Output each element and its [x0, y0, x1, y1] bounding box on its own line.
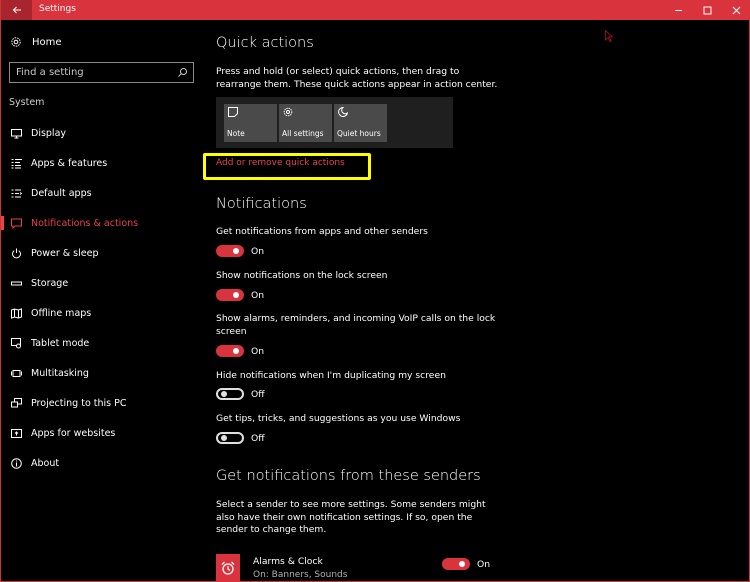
sidebar-item-offline-maps[interactable]: Offline maps	[1, 298, 201, 328]
sidebar-item-storage[interactable]: Storage	[1, 268, 201, 298]
sidebar-item-label: Apps & features	[31, 157, 108, 169]
sidebar-item-apps-for-websites[interactable]: Apps for websites	[1, 418, 201, 448]
sidebar-item-notifications-actions[interactable]: Notifications & actions	[1, 208, 201, 238]
sidebar-item-label: Default apps	[31, 187, 92, 199]
toggle-switch[interactable]	[216, 289, 244, 301]
gear-icon	[11, 37, 21, 47]
tile-label: Note	[227, 129, 245, 138]
sender-icon-box	[216, 554, 240, 582]
sidebar-item-default-apps[interactable]: Default apps	[1, 178, 201, 208]
toggle-tips-tricks[interactable]: Off	[216, 432, 265, 444]
settings-window: Settings Home System	[0, 0, 750, 582]
power-icon	[12, 248, 21, 258]
sidebar-item-label: Offline maps	[31, 307, 92, 319]
sidebar-nav: Display Apps & features Default apps Not…	[1, 118, 201, 478]
sender-item-alarms-clock[interactable]: Alarms & Clock On: Banners, Sounds On	[216, 554, 496, 582]
storage-icon	[11, 281, 22, 285]
toggle-switch[interactable]	[216, 345, 244, 357]
search-icon[interactable]	[177, 67, 188, 78]
maximize-icon	[703, 6, 711, 14]
sidebar-item-about[interactable]: About	[1, 448, 201, 478]
toggle-alarms-lock-screen[interactable]: On	[216, 345, 264, 357]
notifications-heading: Notifications	[216, 196, 307, 212]
search-box[interactable]	[9, 62, 194, 83]
sidebar-item-multitasking[interactable]: Multitasking	[1, 358, 201, 388]
note-icon	[228, 107, 238, 117]
gear-icon	[283, 107, 293, 117]
sidebar-item-label: About	[31, 457, 60, 469]
close-button[interactable]	[719, 0, 750, 20]
toggle-switch[interactable]	[216, 388, 244, 400]
toggle-state: On	[477, 558, 491, 570]
minimize-icon	[674, 9, 682, 11]
setting-label: Get notifications from apps and other se…	[216, 226, 428, 237]
default-apps-icon	[11, 189, 22, 197]
toggle-switch[interactable]	[216, 432, 244, 444]
sender-name: Alarms & Clock	[253, 556, 323, 567]
sidebar-item-label: Apps for websites	[31, 427, 116, 439]
sidebar-item-apps-features[interactable]: Apps & features	[1, 148, 201, 178]
arrow-left-icon	[12, 6, 21, 14]
title-bar: Settings	[1, 0, 750, 20]
senders-description: Select a sender to see more settings. So…	[216, 499, 486, 535]
setting-label: Get tips, tricks, and suggestions as you…	[216, 413, 461, 424]
tile-label: All settings	[282, 129, 324, 138]
sidebar-item-display[interactable]: Display	[1, 118, 201, 148]
toggle-state: On	[251, 289, 265, 301]
setting-label: Hide notifications when I'm duplicating …	[216, 370, 446, 381]
toggle-switch[interactable]	[216, 245, 244, 257]
section-label-system: System	[9, 97, 45, 108]
sidebar-item-label: Projecting to this PC	[31, 397, 127, 409]
toggle-state: Off	[251, 388, 265, 400]
list-icon	[11, 158, 22, 168]
toggle-get-notifications[interactable]: On	[216, 245, 264, 257]
quick-actions-panel: Note All settings Quiet hours	[216, 97, 453, 148]
setting-label: Show alarms, reminders, and incoming VoI…	[216, 313, 496, 337]
back-button[interactable]	[1, 0, 32, 20]
web-apps-icon	[11, 428, 22, 438]
multitasking-icon	[11, 369, 22, 377]
toggle-state: Off	[251, 432, 265, 444]
mouse-cursor-icon	[605, 30, 613, 42]
quick-action-tile-quiet-hours[interactable]: Quiet hours	[334, 104, 387, 142]
setting-label: Show notifications on the lock screen	[216, 270, 388, 281]
sidebar-item-tablet-mode[interactable]: Tablet mode	[1, 328, 201, 358]
sidebar: Home System Display Apps & features Defa…	[1, 20, 201, 582]
sidebar-item-label: Power & sleep	[31, 247, 99, 259]
tile-label: Quiet hours	[337, 129, 381, 138]
toggle-hide-duplicating[interactable]: Off	[216, 388, 265, 400]
quick-actions-description: Press and hold (or select) quick actions…	[216, 66, 498, 90]
sender-subtitle: On: Banners, Sounds	[253, 570, 348, 580]
message-icon	[11, 218, 22, 229]
monitor-icon	[11, 128, 22, 138]
window-title: Settings	[39, 4, 76, 14]
moon-icon	[338, 107, 348, 117]
home-label: Home	[32, 36, 62, 48]
sidebar-item-label: Storage	[31, 277, 69, 289]
toggle-switch[interactable]	[442, 558, 470, 570]
sidebar-item-label: Multitasking	[31, 367, 89, 379]
info-icon	[11, 457, 22, 469]
close-icon	[732, 6, 740, 14]
add-remove-quick-actions-link[interactable]: Add or remove quick actions	[216, 158, 345, 168]
quick-action-tile-all-settings[interactable]: All settings	[279, 104, 332, 142]
sidebar-item-label: Notifications & actions	[31, 217, 139, 229]
senders-heading: Get notifications from these senders	[216, 468, 481, 484]
quick-actions-heading: Quick actions	[216, 35, 314, 51]
toggle-state: On	[251, 245, 265, 257]
projecting-icon	[11, 397, 22, 407]
sidebar-item-label: Tablet mode	[31, 337, 90, 349]
alarm-clock-icon	[221, 561, 235, 575]
search-input[interactable]	[16, 67, 171, 78]
toggle-lock-screen[interactable]: On	[216, 289, 264, 301]
map-icon	[11, 307, 22, 319]
home-link[interactable]: Home	[10, 36, 62, 48]
toggle-sender-alarms-clock[interactable]: On	[442, 558, 490, 570]
quick-action-tile-note[interactable]: Note	[224, 104, 277, 142]
sidebar-item-label: Display	[31, 127, 67, 139]
sidebar-item-projecting[interactable]: Projecting to this PC	[1, 388, 201, 418]
sidebar-item-power-sleep[interactable]: Power & sleep	[1, 238, 201, 268]
toggle-state: On	[251, 345, 265, 357]
tablet-icon	[11, 337, 21, 348]
